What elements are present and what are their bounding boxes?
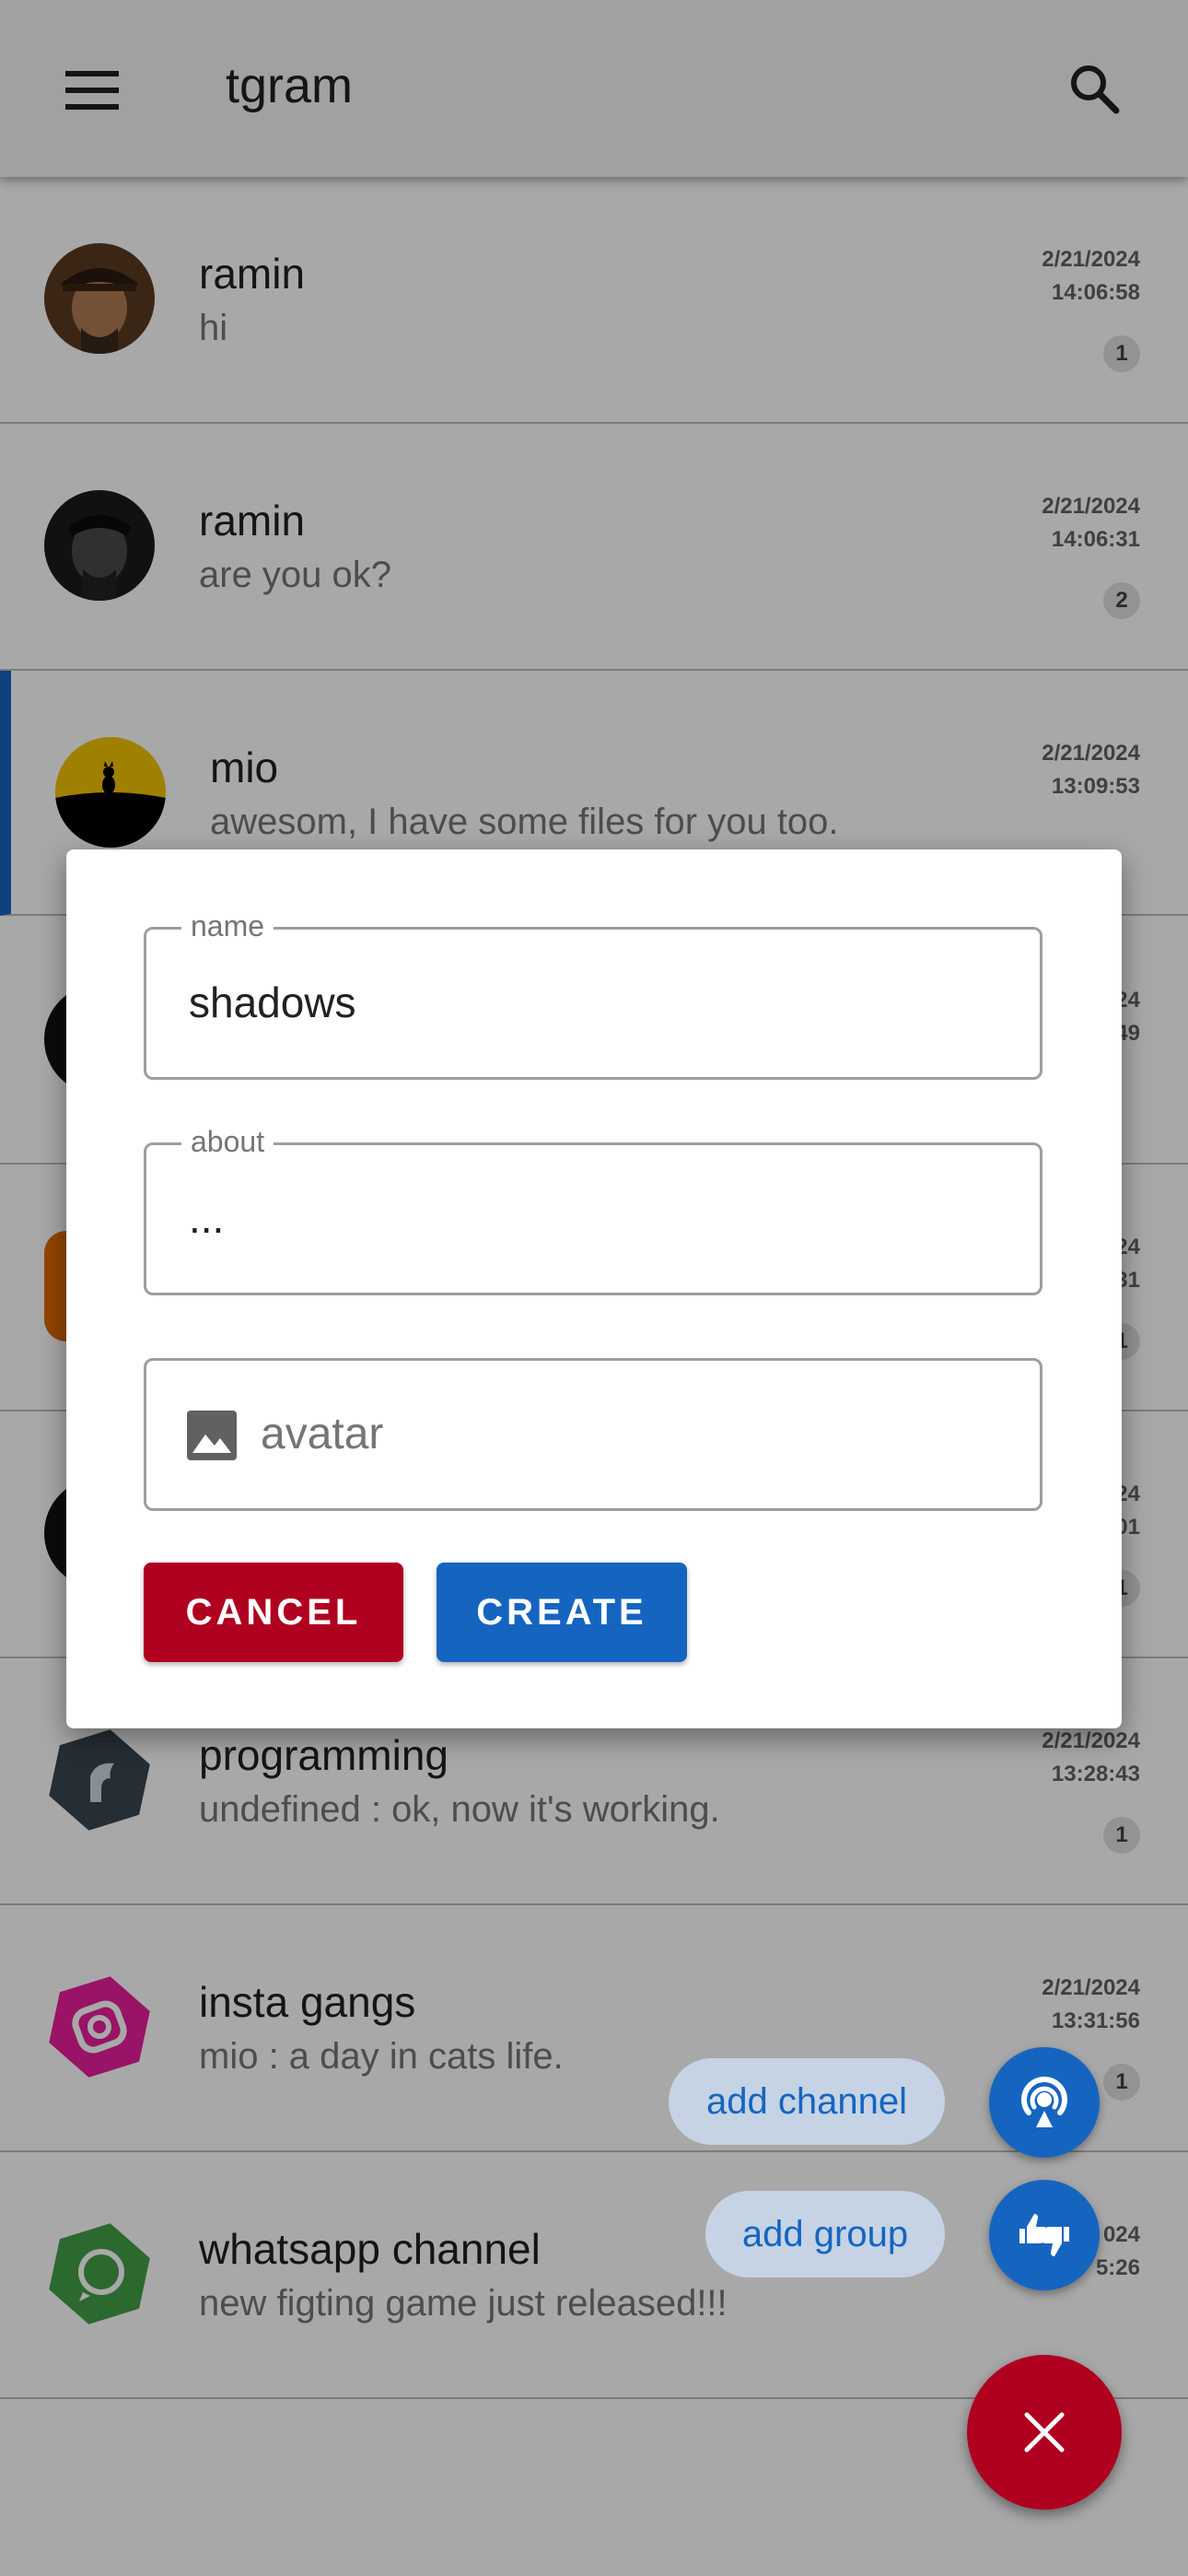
thumbs-up-down-icon bbox=[1019, 2214, 1069, 2256]
cancel-button[interactable]: CANCEL bbox=[144, 1563, 403, 1662]
avatar-input-placeholder: avatar bbox=[261, 1410, 384, 1458]
add-channel-label[interactable]: add channel bbox=[669, 2058, 945, 2145]
add-channel-button[interactable] bbox=[989, 2047, 1100, 2158]
about-field[interactable]: about ... bbox=[144, 1125, 1042, 1295]
add-group-button[interactable] bbox=[989, 2180, 1100, 2290]
name-input[interactable]: shadows bbox=[189, 978, 356, 1027]
close-fab-button[interactable] bbox=[967, 2355, 1122, 2510]
name-field[interactable]: name shadows bbox=[144, 909, 1042, 1080]
image-icon bbox=[185, 1409, 239, 1467]
create-button[interactable]: CREATE bbox=[437, 1563, 687, 1662]
create-dialog: name shadows about ... avatar CANCEL CRE… bbox=[66, 849, 1122, 1728]
close-icon bbox=[1024, 2412, 1065, 2453]
name-field-label: name bbox=[181, 909, 274, 943]
about-field-label: about bbox=[181, 1125, 274, 1159]
add-group-label[interactable]: add group bbox=[705, 2191, 945, 2277]
about-input[interactable]: ... bbox=[189, 1193, 224, 1243]
broadcast-icon bbox=[1021, 2077, 1067, 2127]
avatar-field[interactable]: avatar bbox=[144, 1358, 1042, 1511]
